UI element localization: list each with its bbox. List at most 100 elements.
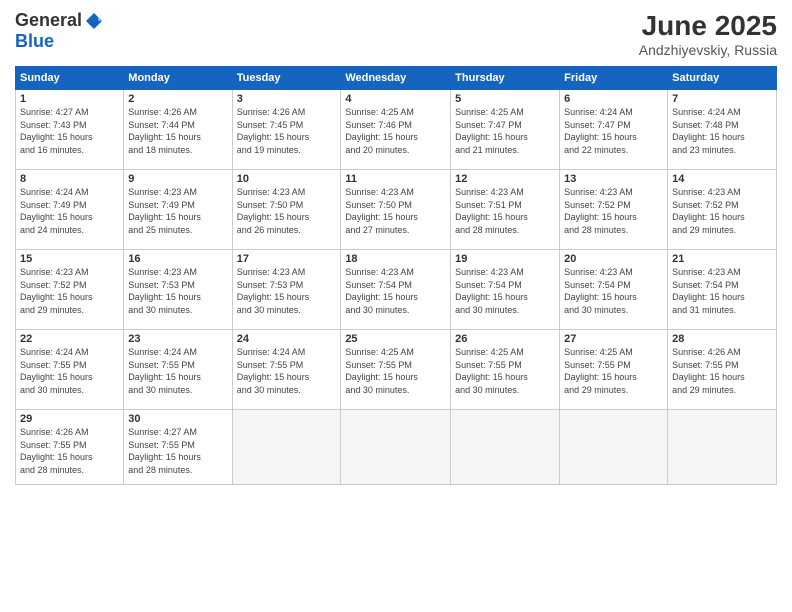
- calendar-week-row: 1Sunrise: 4:27 AM Sunset: 7:43 PM Daylig…: [16, 90, 777, 170]
- day-number: 3: [237, 93, 337, 105]
- day-info: Sunrise: 4:25 AM Sunset: 7:55 PM Dayligh…: [564, 346, 663, 396]
- day-info: Sunrise: 4:24 AM Sunset: 7:55 PM Dayligh…: [20, 346, 119, 396]
- day-info: Sunrise: 4:24 AM Sunset: 7:48 PM Dayligh…: [672, 106, 772, 156]
- day-number: 4: [345, 93, 446, 105]
- table-row: 14Sunrise: 4:23 AM Sunset: 7:52 PM Dayli…: [668, 170, 777, 250]
- table-row: 24Sunrise: 4:24 AM Sunset: 7:55 PM Dayli…: [232, 330, 341, 410]
- logo-general-text: General: [15, 10, 82, 31]
- table-row: 22Sunrise: 4:24 AM Sunset: 7:55 PM Dayli…: [16, 330, 124, 410]
- day-number: 24: [237, 333, 337, 345]
- calendar-header-row: Sunday Monday Tuesday Wednesday Thursday…: [16, 67, 777, 90]
- table-row: 30Sunrise: 4:27 AM Sunset: 7:55 PM Dayli…: [124, 410, 232, 485]
- logo-icon: [84, 11, 104, 31]
- table-row: [560, 410, 668, 485]
- table-row: 25Sunrise: 4:25 AM Sunset: 7:55 PM Dayli…: [341, 330, 451, 410]
- table-row: 12Sunrise: 4:23 AM Sunset: 7:51 PM Dayli…: [451, 170, 560, 250]
- day-info: Sunrise: 4:23 AM Sunset: 7:51 PM Dayligh…: [455, 186, 555, 236]
- table-row: 18Sunrise: 4:23 AM Sunset: 7:54 PM Dayli…: [341, 250, 451, 330]
- table-row: [341, 410, 451, 485]
- day-info: Sunrise: 4:23 AM Sunset: 7:52 PM Dayligh…: [564, 186, 663, 236]
- day-info: Sunrise: 4:24 AM Sunset: 7:55 PM Dayligh…: [237, 346, 337, 396]
- header-thursday: Thursday: [451, 67, 560, 90]
- day-number: 13: [564, 173, 663, 185]
- table-row: 1Sunrise: 4:27 AM Sunset: 7:43 PM Daylig…: [16, 90, 124, 170]
- table-row: 20Sunrise: 4:23 AM Sunset: 7:54 PM Dayli…: [560, 250, 668, 330]
- day-number: 10: [237, 173, 337, 185]
- day-info: Sunrise: 4:26 AM Sunset: 7:55 PM Dayligh…: [20, 426, 119, 476]
- day-number: 8: [20, 173, 119, 185]
- table-row: 29Sunrise: 4:26 AM Sunset: 7:55 PM Dayli…: [16, 410, 124, 485]
- header-monday: Monday: [124, 67, 232, 90]
- day-info: Sunrise: 4:23 AM Sunset: 7:54 PM Dayligh…: [564, 266, 663, 316]
- page: General Blue June 2025 Andzhiyevskiy, Ru…: [0, 0, 792, 612]
- header-tuesday: Tuesday: [232, 67, 341, 90]
- header: General Blue June 2025 Andzhiyevskiy, Ru…: [15, 10, 777, 58]
- table-row: 21Sunrise: 4:23 AM Sunset: 7:54 PM Dayli…: [668, 250, 777, 330]
- day-info: Sunrise: 4:26 AM Sunset: 7:45 PM Dayligh…: [237, 106, 337, 156]
- table-row: 11Sunrise: 4:23 AM Sunset: 7:50 PM Dayli…: [341, 170, 451, 250]
- day-number: 7: [672, 93, 772, 105]
- table-row: 6Sunrise: 4:24 AM Sunset: 7:47 PM Daylig…: [560, 90, 668, 170]
- day-number: 6: [564, 93, 663, 105]
- day-info: Sunrise: 4:27 AM Sunset: 7:43 PM Dayligh…: [20, 106, 119, 156]
- day-number: 2: [128, 93, 227, 105]
- location: Andzhiyevskiy, Russia: [639, 42, 777, 58]
- day-number: 26: [455, 333, 555, 345]
- logo-blue-text: Blue: [15, 31, 54, 52]
- day-number: 20: [564, 253, 663, 265]
- table-row: 5Sunrise: 4:25 AM Sunset: 7:47 PM Daylig…: [451, 90, 560, 170]
- day-number: 17: [237, 253, 337, 265]
- day-info: Sunrise: 4:26 AM Sunset: 7:44 PM Dayligh…: [128, 106, 227, 156]
- day-number: 25: [345, 333, 446, 345]
- table-row: 7Sunrise: 4:24 AM Sunset: 7:48 PM Daylig…: [668, 90, 777, 170]
- header-saturday: Saturday: [668, 67, 777, 90]
- day-info: Sunrise: 4:25 AM Sunset: 7:55 PM Dayligh…: [455, 346, 555, 396]
- table-row: 19Sunrise: 4:23 AM Sunset: 7:54 PM Dayli…: [451, 250, 560, 330]
- header-wednesday: Wednesday: [341, 67, 451, 90]
- day-number: 5: [455, 93, 555, 105]
- calendar-week-row: 29Sunrise: 4:26 AM Sunset: 7:55 PM Dayli…: [16, 410, 777, 485]
- table-row: 8Sunrise: 4:24 AM Sunset: 7:49 PM Daylig…: [16, 170, 124, 250]
- table-row: 3Sunrise: 4:26 AM Sunset: 7:45 PM Daylig…: [232, 90, 341, 170]
- calendar-table: Sunday Monday Tuesday Wednesday Thursday…: [15, 66, 777, 485]
- table-row: 16Sunrise: 4:23 AM Sunset: 7:53 PM Dayli…: [124, 250, 232, 330]
- day-number: 19: [455, 253, 555, 265]
- table-row: 28Sunrise: 4:26 AM Sunset: 7:55 PM Dayli…: [668, 330, 777, 410]
- table-row: 26Sunrise: 4:25 AM Sunset: 7:55 PM Dayli…: [451, 330, 560, 410]
- table-row: 17Sunrise: 4:23 AM Sunset: 7:53 PM Dayli…: [232, 250, 341, 330]
- day-info: Sunrise: 4:23 AM Sunset: 7:53 PM Dayligh…: [237, 266, 337, 316]
- table-row: 13Sunrise: 4:23 AM Sunset: 7:52 PM Dayli…: [560, 170, 668, 250]
- day-info: Sunrise: 4:25 AM Sunset: 7:55 PM Dayligh…: [345, 346, 446, 396]
- day-number: 30: [128, 413, 227, 425]
- day-info: Sunrise: 4:23 AM Sunset: 7:54 PM Dayligh…: [345, 266, 446, 316]
- table-row: 2Sunrise: 4:26 AM Sunset: 7:44 PM Daylig…: [124, 90, 232, 170]
- table-row: [232, 410, 341, 485]
- title-block: June 2025 Andzhiyevskiy, Russia: [639, 10, 777, 58]
- day-number: 27: [564, 333, 663, 345]
- day-info: Sunrise: 4:23 AM Sunset: 7:54 PM Dayligh…: [455, 266, 555, 316]
- day-info: Sunrise: 4:23 AM Sunset: 7:53 PM Dayligh…: [128, 266, 227, 316]
- day-info: Sunrise: 4:23 AM Sunset: 7:50 PM Dayligh…: [345, 186, 446, 236]
- table-row: 23Sunrise: 4:24 AM Sunset: 7:55 PM Dayli…: [124, 330, 232, 410]
- day-number: 22: [20, 333, 119, 345]
- day-info: Sunrise: 4:23 AM Sunset: 7:50 PM Dayligh…: [237, 186, 337, 236]
- day-number: 23: [128, 333, 227, 345]
- table-row: 10Sunrise: 4:23 AM Sunset: 7:50 PM Dayli…: [232, 170, 341, 250]
- header-friday: Friday: [560, 67, 668, 90]
- day-number: 21: [672, 253, 772, 265]
- day-number: 1: [20, 93, 119, 105]
- day-number: 9: [128, 173, 227, 185]
- day-info: Sunrise: 4:25 AM Sunset: 7:47 PM Dayligh…: [455, 106, 555, 156]
- day-number: 14: [672, 173, 772, 185]
- table-row: [451, 410, 560, 485]
- month-title: June 2025: [639, 10, 777, 42]
- table-row: [668, 410, 777, 485]
- day-number: 18: [345, 253, 446, 265]
- calendar-week-row: 8Sunrise: 4:24 AM Sunset: 7:49 PM Daylig…: [16, 170, 777, 250]
- day-number: 12: [455, 173, 555, 185]
- calendar-week-row: 22Sunrise: 4:24 AM Sunset: 7:55 PM Dayli…: [16, 330, 777, 410]
- day-number: 15: [20, 253, 119, 265]
- day-info: Sunrise: 4:23 AM Sunset: 7:52 PM Dayligh…: [20, 266, 119, 316]
- table-row: 4Sunrise: 4:25 AM Sunset: 7:46 PM Daylig…: [341, 90, 451, 170]
- day-number: 28: [672, 333, 772, 345]
